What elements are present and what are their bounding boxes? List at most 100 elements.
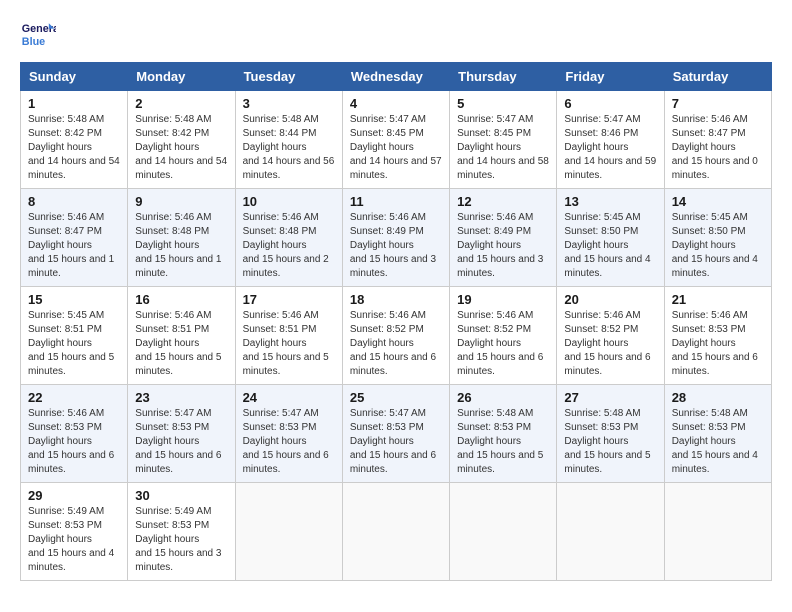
calendar-cell: 18 Sunrise: 5:46 AMSunset: 8:52 PMDaylig…: [342, 287, 449, 385]
calendar-cell: 8 Sunrise: 5:46 AMSunset: 8:47 PMDayligh…: [21, 189, 128, 287]
calendar-cell: 11 Sunrise: 5:46 AMSunset: 8:49 PMDaylig…: [342, 189, 449, 287]
day-info: Sunrise: 5:46 AMSunset: 8:48 PMDaylight …: [135, 211, 227, 281]
day-info: Sunrise: 5:47 AMSunset: 8:53 PMDaylight …: [243, 407, 335, 477]
calendar-cell: 24 Sunrise: 5:47 AMSunset: 8:53 PMDaylig…: [235, 385, 342, 483]
svg-text:Blue: Blue: [22, 36, 45, 48]
day-info: Sunrise: 5:46 AMSunset: 8:51 PMDaylight …: [243, 309, 335, 379]
day-info: Sunrise: 5:45 AMSunset: 8:50 PMDaylight …: [564, 211, 656, 281]
day-number: 6: [564, 96, 656, 111]
day-info: Sunrise: 5:46 AMSunset: 8:49 PMDaylight …: [457, 211, 549, 281]
calendar-cell: 14 Sunrise: 5:45 AMSunset: 8:50 PMDaylig…: [664, 189, 771, 287]
day-number: 24: [243, 390, 335, 405]
day-number: 8: [28, 194, 120, 209]
calendar-cell: 21 Sunrise: 5:46 AMSunset: 8:53 PMDaylig…: [664, 287, 771, 385]
day-number: 21: [672, 292, 764, 307]
calendar-cell: 5 Sunrise: 5:47 AMSunset: 8:45 PMDayligh…: [450, 91, 557, 189]
calendar-cell: 28 Sunrise: 5:48 AMSunset: 8:53 PMDaylig…: [664, 385, 771, 483]
day-info: Sunrise: 5:47 AMSunset: 8:53 PMDaylight …: [135, 407, 227, 477]
calendar-cell: [235, 483, 342, 581]
header-sunday: Sunday: [21, 63, 128, 91]
week-row-5: 29 Sunrise: 5:49 AMSunset: 8:53 PMDaylig…: [21, 483, 772, 581]
day-info: Sunrise: 5:45 AMSunset: 8:51 PMDaylight …: [28, 309, 120, 379]
day-number: 7: [672, 96, 764, 111]
day-number: 12: [457, 194, 549, 209]
day-number: 19: [457, 292, 549, 307]
calendar-cell: 3 Sunrise: 5:48 AMSunset: 8:44 PMDayligh…: [235, 91, 342, 189]
header-wednesday: Wednesday: [342, 63, 449, 91]
day-number: 11: [350, 194, 442, 209]
day-info: Sunrise: 5:46 AMSunset: 8:52 PMDaylight …: [564, 309, 656, 379]
calendar-table: SundayMondayTuesdayWednesdayThursdayFrid…: [20, 62, 772, 581]
day-info: Sunrise: 5:46 AMSunset: 8:48 PMDaylight …: [243, 211, 335, 281]
calendar-cell: 26 Sunrise: 5:48 AMSunset: 8:53 PMDaylig…: [450, 385, 557, 483]
day-number: 23: [135, 390, 227, 405]
day-number: 5: [457, 96, 549, 111]
day-number: 2: [135, 96, 227, 111]
header-friday: Friday: [557, 63, 664, 91]
calendar-cell: 6 Sunrise: 5:47 AMSunset: 8:46 PMDayligh…: [557, 91, 664, 189]
day-number: 17: [243, 292, 335, 307]
day-number: 28: [672, 390, 764, 405]
calendar-cell: 9 Sunrise: 5:46 AMSunset: 8:48 PMDayligh…: [128, 189, 235, 287]
svg-text:General: General: [22, 23, 56, 35]
logo-icon: General Blue: [20, 16, 56, 52]
day-number: 25: [350, 390, 442, 405]
calendar-cell: 20 Sunrise: 5:46 AMSunset: 8:52 PMDaylig…: [557, 287, 664, 385]
day-info: Sunrise: 5:49 AMSunset: 8:53 PMDaylight …: [28, 505, 120, 575]
day-info: Sunrise: 5:48 AMSunset: 8:53 PMDaylight …: [672, 407, 764, 477]
day-info: Sunrise: 5:46 AMSunset: 8:47 PMDaylight …: [28, 211, 120, 281]
day-info: Sunrise: 5:47 AMSunset: 8:53 PMDaylight …: [350, 407, 442, 477]
calendar-cell: 16 Sunrise: 5:46 AMSunset: 8:51 PMDaylig…: [128, 287, 235, 385]
day-info: Sunrise: 5:47 AMSunset: 8:45 PMDaylight …: [350, 113, 442, 183]
day-number: 14: [672, 194, 764, 209]
day-info: Sunrise: 5:48 AMSunset: 8:42 PMDaylight …: [28, 113, 120, 183]
day-info: Sunrise: 5:46 AMSunset: 8:51 PMDaylight …: [135, 309, 227, 379]
day-number: 18: [350, 292, 442, 307]
logo: General Blue: [20, 16, 60, 52]
calendar-cell: 13 Sunrise: 5:45 AMSunset: 8:50 PMDaylig…: [557, 189, 664, 287]
calendar-cell: [664, 483, 771, 581]
calendar-cell: 29 Sunrise: 5:49 AMSunset: 8:53 PMDaylig…: [21, 483, 128, 581]
day-number: 13: [564, 194, 656, 209]
day-info: Sunrise: 5:48 AMSunset: 8:53 PMDaylight …: [457, 407, 549, 477]
calendar-cell: 17 Sunrise: 5:46 AMSunset: 8:51 PMDaylig…: [235, 287, 342, 385]
day-info: Sunrise: 5:46 AMSunset: 8:53 PMDaylight …: [28, 407, 120, 477]
day-number: 29: [28, 488, 120, 503]
day-number: 9: [135, 194, 227, 209]
day-info: Sunrise: 5:46 AMSunset: 8:47 PMDaylight …: [672, 113, 764, 183]
day-info: Sunrise: 5:48 AMSunset: 8:42 PMDaylight …: [135, 113, 227, 183]
week-row-4: 22 Sunrise: 5:46 AMSunset: 8:53 PMDaylig…: [21, 385, 772, 483]
day-number: 4: [350, 96, 442, 111]
calendar-cell: 10 Sunrise: 5:46 AMSunset: 8:48 PMDaylig…: [235, 189, 342, 287]
calendar-cell: 1 Sunrise: 5:48 AMSunset: 8:42 PMDayligh…: [21, 91, 128, 189]
day-info: Sunrise: 5:47 AMSunset: 8:46 PMDaylight …: [564, 113, 656, 183]
header-saturday: Saturday: [664, 63, 771, 91]
day-info: Sunrise: 5:47 AMSunset: 8:45 PMDaylight …: [457, 113, 549, 183]
calendar-cell: 27 Sunrise: 5:48 AMSunset: 8:53 PMDaylig…: [557, 385, 664, 483]
day-info: Sunrise: 5:48 AMSunset: 8:44 PMDaylight …: [243, 113, 335, 183]
calendar-cell: 4 Sunrise: 5:47 AMSunset: 8:45 PMDayligh…: [342, 91, 449, 189]
day-number: 27: [564, 390, 656, 405]
day-info: Sunrise: 5:49 AMSunset: 8:53 PMDaylight …: [135, 505, 227, 575]
day-number: 26: [457, 390, 549, 405]
day-number: 22: [28, 390, 120, 405]
day-number: 1: [28, 96, 120, 111]
day-info: Sunrise: 5:46 AMSunset: 8:52 PMDaylight …: [457, 309, 549, 379]
calendar-header-row: SundayMondayTuesdayWednesdayThursdayFrid…: [21, 63, 772, 91]
day-number: 20: [564, 292, 656, 307]
calendar-cell: 22 Sunrise: 5:46 AMSunset: 8:53 PMDaylig…: [21, 385, 128, 483]
calendar-cell: [450, 483, 557, 581]
day-info: Sunrise: 5:46 AMSunset: 8:49 PMDaylight …: [350, 211, 442, 281]
header-monday: Monday: [128, 63, 235, 91]
week-row-1: 1 Sunrise: 5:48 AMSunset: 8:42 PMDayligh…: [21, 91, 772, 189]
calendar-cell: 23 Sunrise: 5:47 AMSunset: 8:53 PMDaylig…: [128, 385, 235, 483]
calendar-cell: 25 Sunrise: 5:47 AMSunset: 8:53 PMDaylig…: [342, 385, 449, 483]
calendar-cell: 19 Sunrise: 5:46 AMSunset: 8:52 PMDaylig…: [450, 287, 557, 385]
week-row-2: 8 Sunrise: 5:46 AMSunset: 8:47 PMDayligh…: [21, 189, 772, 287]
calendar-cell: 15 Sunrise: 5:45 AMSunset: 8:51 PMDaylig…: [21, 287, 128, 385]
calendar-cell: [557, 483, 664, 581]
day-number: 3: [243, 96, 335, 111]
day-number: 15: [28, 292, 120, 307]
calendar-cell: [342, 483, 449, 581]
day-info: Sunrise: 5:45 AMSunset: 8:50 PMDaylight …: [672, 211, 764, 281]
